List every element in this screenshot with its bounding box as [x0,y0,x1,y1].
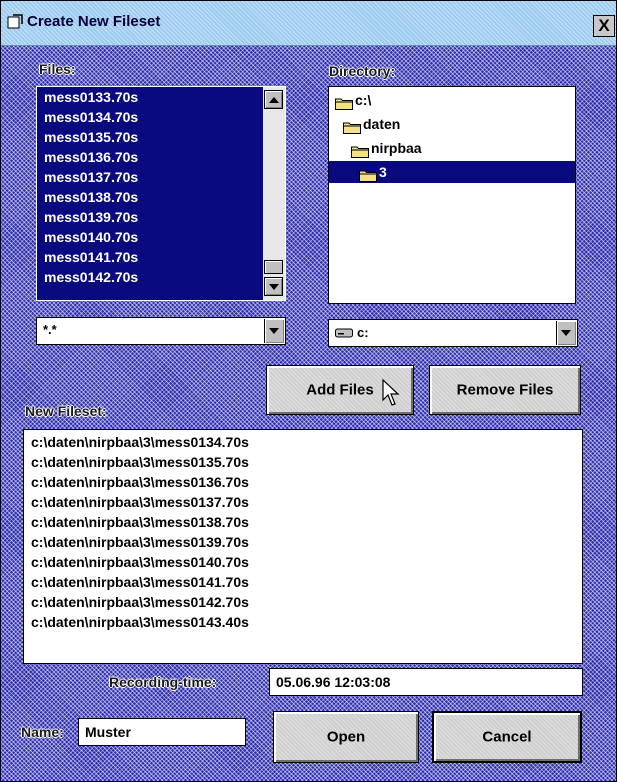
fileset-list-item[interactable]: c:\daten\nirpbaa\3\mess0142.70s [24,592,582,612]
drive-icon [335,328,353,338]
files-items: mess0133.70s mess0134.70s mess0135.70s mess… [37,87,285,287]
directory-item[interactable]: daten [329,113,575,135]
fileset-list-item[interactable]: c:\daten\nirpbaa\3\mess0141.70s [24,572,582,592]
window-title: Create New Fileset [27,13,161,30]
scroll-thumb[interactable] [264,260,283,274]
file-list-item[interactable]: mess0142.70s [37,267,285,287]
fileset-list-item[interactable]: c:\daten\nirpbaa\3\mess0136.70s [24,472,582,492]
file-list-item[interactable]: mess0135.70s [37,127,285,147]
dialog-icon [7,14,23,29]
directory-item[interactable]: c:\ [329,89,575,111]
remove-files-label: Remove Files [456,381,554,399]
directory-label: Directory: [329,63,396,79]
directory-item[interactable]: 3 [329,161,575,183]
cancel-label: Cancel [482,728,532,746]
directory-item-label: 3 [379,164,387,180]
fileset-list-item[interactable]: c:\daten\nirpbaa\3\mess0137.70s [24,492,582,512]
filter-dropdown-button[interactable] [264,319,284,343]
scroll-up-button[interactable] [264,90,283,109]
new-fileset-label: New Fileset: [25,403,107,419]
new-fileset-list[interactable]: c:\daten\nirpbaa\3\mess0134.70s c:\daten\… [23,429,583,664]
file-list-item[interactable]: mess0140.70s [37,227,285,247]
files-scrollbar[interactable] [263,87,285,300]
chevron-down-icon [269,284,279,290]
directory-item-label: nirpbaa [371,140,422,156]
fileset-list-item[interactable]: c:\daten\nirpbaa\3\mess0140.70s [24,552,582,572]
file-list-item[interactable]: mess0139.70s [37,207,285,227]
file-filter-select[interactable]: *.* [36,317,286,345]
recording-time-label: Recording-time: [109,674,217,690]
files-label: Files: [39,61,76,77]
mouse-pointer-icon [382,378,400,406]
file-list-item[interactable]: mess0138.70s [37,187,285,207]
chevron-down-icon [269,328,279,334]
name-input[interactable]: Muster [78,718,246,746]
directory-item-label: c:\ [355,92,372,108]
open-button[interactable]: Open [273,711,419,763]
folder-icon [351,142,369,158]
file-filter-value: *.* [43,322,57,337]
file-list-item[interactable]: mess0136.70s [37,147,285,167]
folder-icon [335,94,353,110]
fileset-list-item[interactable]: c:\daten\nirpbaa\3\mess0143.40s [24,612,582,632]
file-list-item[interactable]: mess0137.70s [37,167,285,187]
remove-files-button[interactable]: Remove Files [429,365,581,415]
recording-time-field: 05.06.96 12:03:08 [269,668,583,696]
chevron-up-icon [269,97,279,103]
directory-item-label: daten [363,116,401,132]
drive-value: c: [357,325,369,340]
fileset-list-item[interactable]: c:\daten\nirpbaa\3\mess0135.70s [24,452,582,472]
files-list[interactable]: mess0133.70s mess0134.70s mess0135.70s mess… [36,86,286,301]
fileset-list-item[interactable]: c:\daten\nirpbaa\3\mess0138.70s [24,512,582,532]
name-label: Name: [21,724,64,740]
create-fileset-dialog: Create New Fileset X Files: Directory: m… [0,0,617,782]
file-list-item[interactable]: mess0141.70s [37,247,285,267]
file-list-item[interactable]: mess0134.70s [37,107,285,127]
directory-list[interactable]: c:\ daten nirpbaa 3 [328,86,576,304]
fileset-list-item[interactable]: c:\daten\nirpbaa\3\mess0139.70s [24,532,582,552]
title-bar: Create New Fileset X [1,1,616,46]
scroll-down-button[interactable] [264,277,283,296]
fileset-list-item[interactable]: c:\daten\nirpbaa\3\mess0134.70s [24,432,582,452]
chevron-down-icon [561,330,571,336]
folder-icon [343,118,361,134]
drive-select[interactable]: c: [328,319,578,347]
cancel-button[interactable]: Cancel [432,711,582,763]
directory-item[interactable]: nirpbaa [329,137,575,159]
file-list-item[interactable]: mess0133.70s [37,87,285,107]
drive-dropdown-button[interactable] [556,321,576,345]
open-label: Open [326,728,366,746]
folder-icon [359,166,377,182]
close-button[interactable]: X [593,15,615,37]
